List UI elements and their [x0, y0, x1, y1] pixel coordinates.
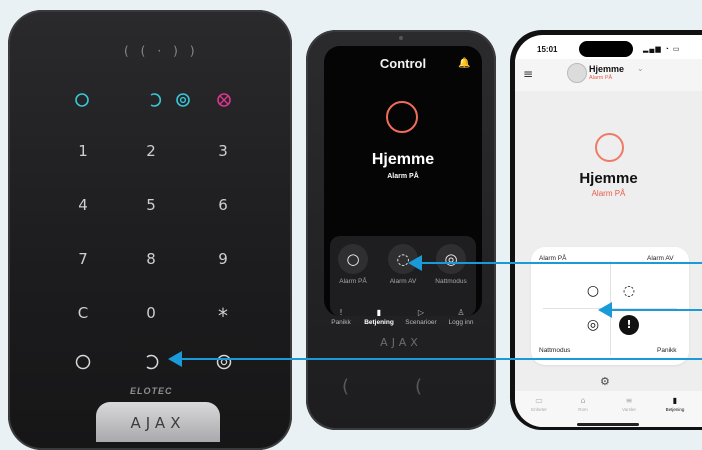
nav-panic[interactable]: ! Panikk	[322, 308, 360, 326]
hub-name[interactable]: Hjemme	[589, 64, 624, 74]
phone-screen: 15:01 ▂▄▆ ◔ ▭ ≡ Hjemme Alarm PÅ ⌄ Hjemme…	[515, 35, 702, 427]
login-icon: ♙	[457, 308, 465, 317]
menu-icon[interactable]: ≡	[523, 67, 533, 81]
tab-devices[interactable]: ▭ Enheter	[519, 396, 559, 412]
key-2[interactable]: 2	[136, 142, 166, 160]
arrow-head-left-icon	[408, 255, 422, 271]
arm-button[interactable]: ○	[583, 281, 603, 301]
key-5[interactable]: 5	[136, 196, 166, 214]
arrow-line-bottom	[182, 358, 702, 360]
camera-dot	[399, 36, 403, 40]
gear-icon[interactable]: ⚙	[600, 375, 610, 388]
status-subtitle: Alarm PÅ	[591, 189, 626, 198]
key-star[interactable]: *	[208, 304, 238, 328]
control-icon: ▮	[376, 308, 382, 317]
keypad-function-icons	[75, 354, 232, 370]
scenarios-icon: ▷	[417, 308, 425, 317]
tab-rooms[interactable]: ⌂ Rom	[563, 396, 603, 412]
nav-panic-label: Panikk	[331, 319, 351, 326]
armed-status-icon	[386, 101, 418, 133]
arm-label: Alarm PÅ	[539, 255, 567, 262]
arrow-head-left-icon	[598, 302, 612, 318]
status-bar-time: 15:01	[537, 45, 558, 54]
nav-scenarios[interactable]: ▷ Scenarioer	[402, 308, 440, 326]
panic-button[interactable]: !	[619, 315, 639, 335]
ajax-logo: AJAX	[130, 414, 186, 432]
phone-device: 15:01 ▂▄▆ ◔ ▭ ≡ Hjemme Alarm PÅ ⌄ Hjemme…	[510, 30, 702, 430]
arm-label: Alarm PÅ	[339, 278, 367, 285]
nfc-waves-icon: ((·))	[124, 44, 207, 58]
key-4[interactable]: 4	[68, 196, 98, 214]
night-mode-button[interactable]: ◎	[436, 244, 466, 274]
key-7[interactable]: 7	[68, 250, 98, 268]
panic-icon: !	[339, 308, 343, 317]
notifications-icon: ≡	[625, 396, 633, 405]
key-0[interactable]: 0	[136, 304, 166, 322]
touch-screen: Control 🔔 Hjemme Alarm PÅ ○ ◌ ◎ Alarm PÅ…	[324, 46, 482, 326]
tab-notifications[interactable]: ≡ Varsler	[609, 396, 649, 412]
nfc-waves-icon: ((	[342, 376, 489, 397]
app-header: ≡ Hjemme Alarm PÅ ⌄	[515, 59, 702, 91]
disarm-label: Alarm AV	[389, 278, 417, 285]
nav-login-label: Logg inn	[448, 319, 474, 326]
devices-icon: ▭	[535, 396, 543, 405]
key-c[interactable]: C	[68, 304, 98, 322]
disarm-button[interactable]: ◌	[619, 281, 639, 301]
nav-login[interactable]: ♙ Logg inn	[442, 308, 480, 326]
key-1[interactable]: 1	[68, 142, 98, 160]
status-title: Hjemme	[371, 151, 435, 168]
home-indicator	[577, 423, 639, 426]
nav-control[interactable]: ▮ Betjening	[360, 308, 398, 326]
keypad-device: ((·)) 1 2 3 4 5 6 7 8 9 C 0 * ELOTEC AJA…	[8, 10, 292, 450]
armed-status-icon	[595, 133, 624, 162]
touch-panel-device: Control 🔔 Hjemme Alarm PÅ ○ ◌ ◎ Alarm PÅ…	[306, 30, 496, 430]
chevron-down-icon[interactable]: ⌄	[637, 64, 644, 73]
night-mode-button[interactable]: ◎	[583, 315, 603, 335]
arm-button[interactable]: ○	[338, 244, 368, 274]
mode-panel: ○ ◌ ◎ Alarm PÅ Alarm AV Nattmodus	[330, 236, 476, 316]
nav-control-label: Betjening	[364, 319, 394, 326]
nav-scenarios-label: Scenarioer	[405, 319, 437, 326]
key-8[interactable]: 8	[136, 250, 166, 268]
disarmed-arc-icon	[150, 93, 162, 107]
armed-ring-icon	[75, 93, 89, 107]
keypad-logo-plate: AJAX	[96, 402, 220, 442]
tab-rooms-label: Rom	[578, 407, 588, 412]
status-title: Hjemme	[579, 170, 638, 187]
signal-wifi-battery-icon: ▂▄▆ ◔ ▭	[643, 46, 681, 53]
panic-label: Panikk	[657, 347, 677, 354]
key-9[interactable]: 9	[208, 250, 238, 268]
tab-notifications-label: Varsler	[622, 407, 636, 412]
bell-icon[interactable]: 🔔	[458, 58, 470, 69]
hub-avatar[interactable]	[567, 63, 587, 83]
keypad-status-icons	[75, 93, 231, 107]
arrow-head-left-icon	[168, 351, 182, 367]
rooms-icon: ⌂	[580, 396, 586, 405]
key-6[interactable]: 6	[208, 196, 238, 214]
arrow-line-top	[422, 262, 702, 264]
hub-status: Alarm PÅ	[589, 75, 613, 81]
app-body: Hjemme Alarm PÅ Alarm PÅ Alarm AV ○ ◌ ◎ …	[515, 91, 702, 391]
elotec-brand: ELOTEC	[130, 386, 173, 396]
night-mode-label: Nattmodus	[435, 278, 467, 285]
disarm-button-icon	[146, 354, 159, 370]
alarm-cross-icon	[217, 93, 231, 107]
disarm-label: Alarm AV	[647, 255, 674, 262]
tab-control-label: Betjening	[665, 407, 685, 412]
tab-control[interactable]: ▮ Betjening	[655, 396, 695, 412]
key-3[interactable]: 3	[208, 142, 238, 160]
dynamic-island	[579, 41, 633, 57]
arm-button-icon	[75, 354, 91, 370]
arrow-line-middle	[612, 309, 702, 311]
status-subtitle: Alarm PÅ	[387, 173, 419, 180]
tab-bar: ▭ Enheter ⌂ Rom ≡ Varsler ▮ Betjening	[515, 391, 702, 427]
night-mode-icon	[176, 93, 190, 107]
control-icon: ▮	[672, 396, 678, 405]
tab-devices-label: Enheter	[531, 407, 547, 412]
night-mode-label: Nattmodus	[539, 347, 571, 354]
ajax-logo: AJAX	[380, 336, 422, 349]
